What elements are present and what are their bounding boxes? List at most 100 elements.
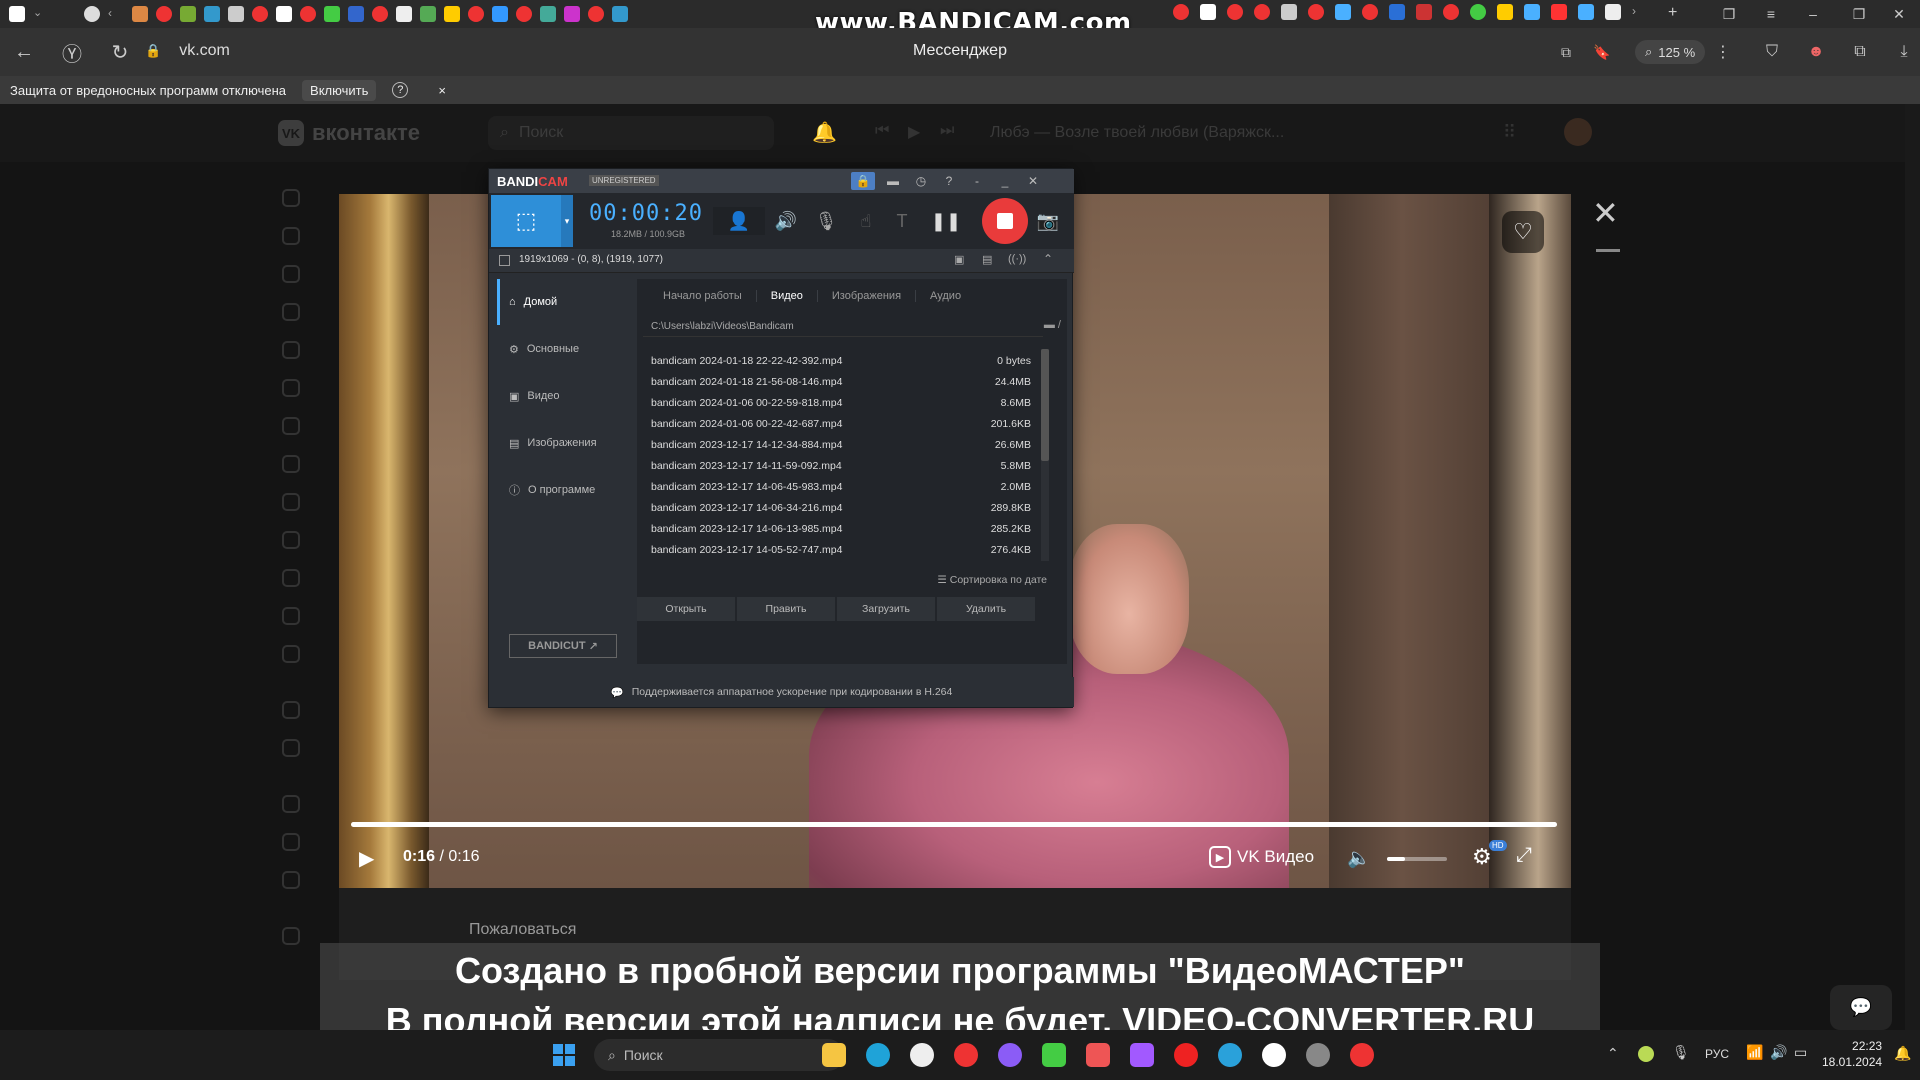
tab-favicon[interactable]	[252, 6, 268, 22]
tab-favicon[interactable]	[540, 6, 556, 22]
close-player-icon[interactable]: ✕	[1592, 194, 1619, 232]
file-row[interactable]: bandicam 2023-12-17 14-12-34-884.mp4 26.6…	[651, 439, 1031, 460]
speaker-icon[interactable]: 🔊	[771, 207, 801, 235]
tab-favicon[interactable]	[396, 6, 412, 22]
tab-scroll-right-icon[interactable]: ›	[1632, 4, 1648, 20]
tab-favicon[interactable]	[156, 6, 172, 22]
tab-favicon[interactable]	[1389, 4, 1405, 20]
notifications-bell-icon[interactable]: 🔔	[812, 120, 837, 145]
collapse-chevron-icon[interactable]: ⌃	[1043, 252, 1053, 266]
open-folder-icon[interactable]: ▬ /	[1044, 319, 1061, 331]
reader-mode-icon[interactable]: ⧉	[1546, 32, 1586, 72]
tab-favicon[interactable]	[348, 6, 364, 22]
draw-text-icon[interactable]: T	[887, 207, 917, 235]
file-row[interactable]: bandicam 2023-12-17 14-06-45-983.mp4 2.0M…	[651, 481, 1031, 502]
tab-favicon[interactable]	[1281, 4, 1297, 20]
like-button[interactable]: ♡	[1502, 211, 1544, 253]
tray-icon[interactable]: -	[965, 172, 989, 190]
yandex-app-icon[interactable]	[1262, 1043, 1286, 1067]
language-indicator[interactable]: РУС	[1705, 1047, 1729, 1061]
file-row[interactable]: bandicam 2024-01-18 22-22-42-392.mp4 0 by…	[651, 355, 1031, 376]
edge-icon[interactable]	[866, 1043, 890, 1067]
image-settings-icon[interactable]: ▤	[982, 253, 992, 266]
active-tab-favicon[interactable]	[1605, 4, 1621, 20]
file-row[interactable]: bandicam 2024-01-06 00-22-42-687.mp4 201.…	[651, 418, 1031, 439]
tab-favicon[interactable]	[492, 6, 508, 22]
file-row[interactable]: bandicam 2023-12-17 14-05-52-747.mp4 276.…	[651, 544, 1031, 565]
area-checkbox[interactable]	[499, 255, 510, 266]
notifications-icon[interactable]: 🔔	[1894, 1045, 1911, 1062]
nav-images[interactable]: ▤ Изображения	[497, 420, 627, 466]
more-icon[interactable]: ⋮	[1703, 32, 1743, 72]
play-track-icon[interactable]: ▶	[908, 122, 920, 142]
mode-dropdown-icon[interactable]: ▾	[561, 195, 573, 247]
minimize-player-icon[interactable]	[1596, 249, 1620, 252]
screen-mode-button[interactable]: ⬚	[491, 195, 561, 247]
mic-icon[interactable]: 🎙	[1672, 1044, 1690, 1061]
figma-icon[interactable]	[1130, 1043, 1154, 1067]
taskbar-search[interactable]: ⌕ Поиск	[594, 1039, 844, 1071]
tab-scroll-left-icon[interactable]: ‹	[108, 6, 124, 22]
clock[interactable]: 22:23 18.01.2024	[1822, 1038, 1882, 1070]
video-progress-bar[interactable]	[351, 822, 1557, 827]
file-explorer-icon[interactable]	[822, 1043, 846, 1067]
tab-favicon[interactable]	[516, 6, 532, 22]
bandicut-button[interactable]: BANDICUT ↗	[509, 634, 617, 658]
tab-favicon[interactable]	[1200, 4, 1216, 20]
tab-favicon[interactable]	[1443, 4, 1459, 20]
audio-tab-icon[interactable]	[9, 6, 25, 22]
sort-by-date[interactable]: ☰ Сортировка по дате	[937, 574, 1047, 586]
new-tab-icon[interactable]: +	[1668, 4, 1684, 21]
tab-video[interactable]: Видео	[757, 290, 818, 302]
nav-home[interactable]: ⌂ Домой	[497, 279, 627, 325]
tab-favicon[interactable]	[612, 6, 628, 22]
tray-app-icon[interactable]	[1638, 1046, 1654, 1062]
battery-icon[interactable]: ▭	[1794, 1044, 1807, 1061]
close-icon[interactable]: ✕	[1021, 172, 1045, 190]
tab-favicon[interactable]	[1416, 4, 1432, 20]
nav-general[interactable]: ⚙ Основные	[497, 326, 627, 372]
vk-logo[interactable]: VK вконтакте	[278, 120, 420, 146]
next-track-icon[interactable]: ⏭	[940, 122, 954, 140]
extension-icon[interactable]: ☻	[1796, 32, 1836, 72]
folder-icon[interactable]: ▬	[881, 172, 905, 190]
minimize-button[interactable]: –	[1790, 0, 1836, 28]
yandex-icon[interactable]	[954, 1043, 978, 1067]
current-track[interactable]: Любэ — Возле твоей любви (Варяжск...	[990, 124, 1284, 142]
close-window-button[interactable]: ✕	[1876, 0, 1920, 28]
tab-favicon[interactable]	[300, 6, 316, 22]
menu-icon[interactable]: ≡	[1748, 0, 1794, 28]
tab-favicon[interactable]	[1551, 4, 1567, 20]
scrollbar-thumb[interactable]	[1041, 349, 1049, 461]
volume-icon[interactable]: 🔈	[1347, 846, 1371, 870]
zoom-indicator[interactable]: ⌕ 125 %	[1635, 40, 1706, 64]
vk-video-brand[interactable]: ▶ VK Видео	[1209, 846, 1314, 868]
tab-favicon[interactable]	[444, 6, 460, 22]
page-scrollbar[interactable]	[1905, 104, 1920, 1030]
tab-favicon[interactable]	[1470, 4, 1486, 20]
minimize-icon[interactable]: _	[993, 172, 1017, 190]
tray-overflow-icon[interactable]: ⌃	[1607, 1045, 1619, 1062]
open-button[interactable]: Открыть	[637, 597, 735, 621]
tab-audio[interactable]: Аудио	[916, 290, 975, 302]
downloads-icon[interactable]: ⤓	[1884, 32, 1920, 72]
tab-favicon[interactable]	[276, 6, 292, 22]
volume-slider[interactable]	[1387, 857, 1447, 861]
tab-favicon[interactable]	[1254, 4, 1270, 20]
help-icon[interactable]: ?	[392, 82, 409, 98]
timer-icon[interactable]: ◷	[909, 172, 933, 190]
file-row[interactable]: bandicam 2023-12-17 14-06-13-985.mp4 285.…	[651, 523, 1031, 544]
tab-getting-started[interactable]: Начало работы	[649, 290, 757, 302]
wifi-icon[interactable]: 📶	[1746, 1044, 1763, 1061]
report-link[interactable]: Пожаловаться	[469, 921, 576, 939]
tab-favicon[interactable]	[324, 6, 340, 22]
protect-shield-icon[interactable]: ⛉	[1752, 32, 1792, 72]
tab-manager-icon[interactable]: ❐	[1706, 0, 1752, 28]
file-row[interactable]: bandicam 2024-01-18 21-56-08-146.mp4 24.4…	[651, 376, 1031, 397]
tab-images[interactable]: Изображения	[818, 290, 917, 302]
cursor-effects-icon[interactable]: ☝	[851, 207, 881, 235]
lock-icon[interactable]: 🔒	[851, 172, 875, 190]
tab-list-chevron-icon[interactable]: ⌄	[33, 6, 49, 22]
start-button[interactable]	[553, 1044, 575, 1066]
tab-favicon[interactable]	[1308, 4, 1324, 20]
